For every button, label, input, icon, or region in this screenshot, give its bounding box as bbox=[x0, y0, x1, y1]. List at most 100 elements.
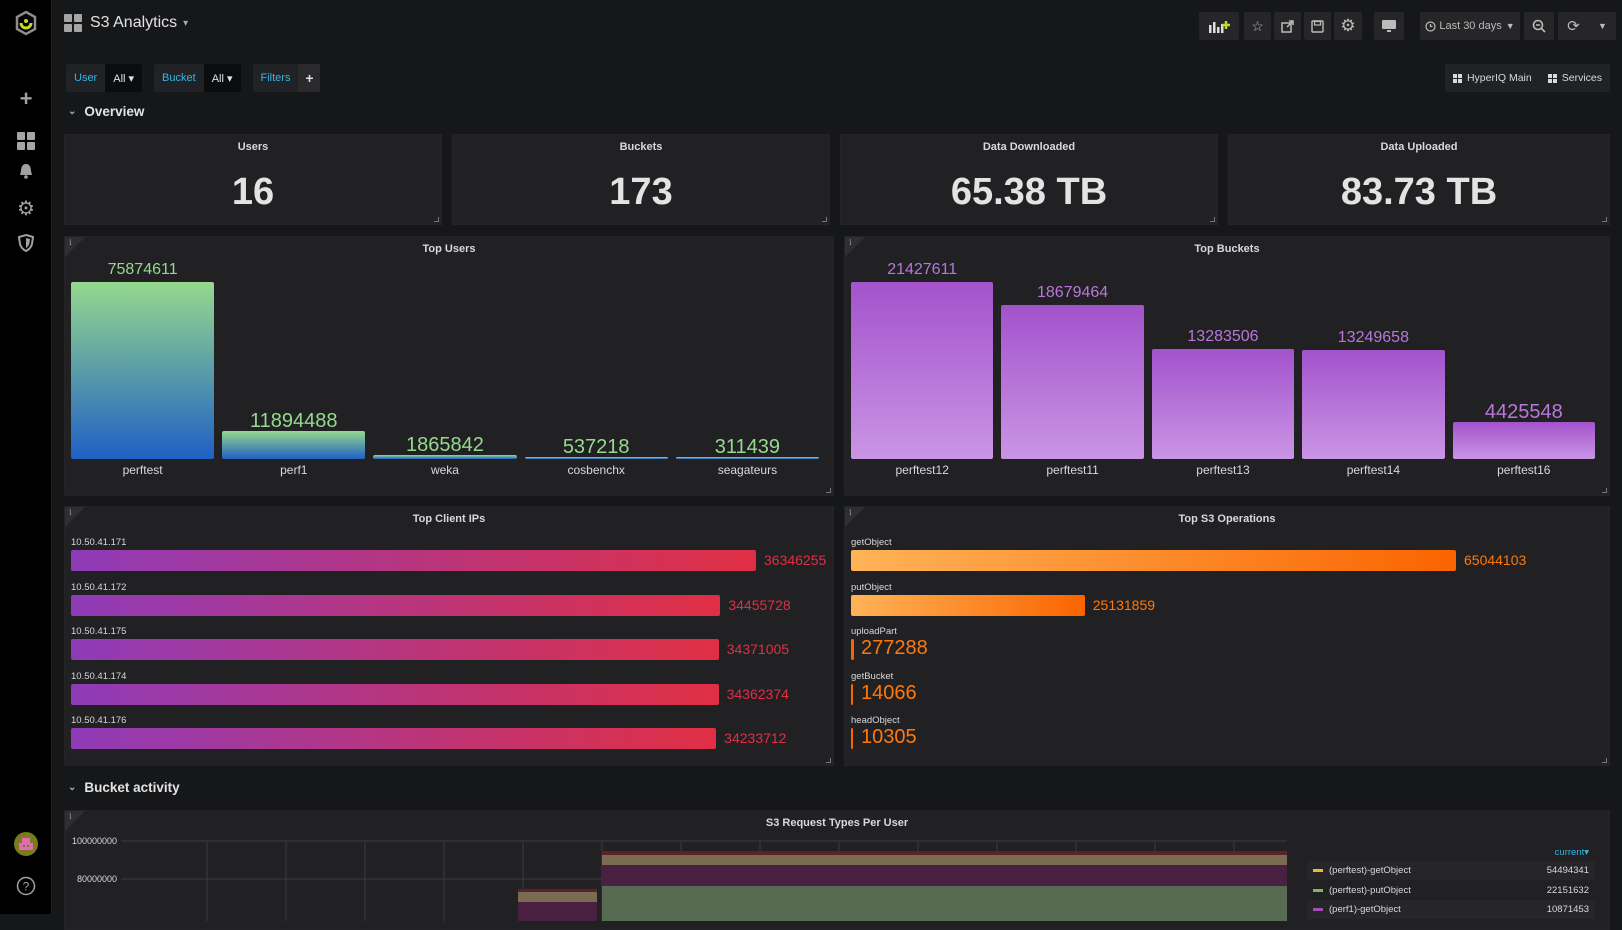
bar-value-label: 13283506 bbox=[1152, 328, 1294, 346]
server-admin-icon[interactable] bbox=[0, 233, 52, 258]
dashboard-main: S3 Analytics ▾ ☆ ⚙ Last 30 days ▼ ⟳ ▼ bbox=[52, 0, 1622, 914]
row-title: Bucket activity bbox=[84, 780, 179, 795]
bar bbox=[71, 595, 720, 616]
bar bbox=[1453, 422, 1595, 459]
time-picker-button[interactable]: Last 30 days ▼ bbox=[1420, 12, 1520, 40]
row-overview[interactable]: ⌄ Overview bbox=[68, 104, 144, 119]
area-series bbox=[602, 851, 1287, 855]
user-avatar[interactable] bbox=[0, 832, 52, 861]
bar-value-label: 34362374 bbox=[727, 686, 789, 702]
resize-handle[interactable] bbox=[1210, 217, 1215, 222]
bar-value-label: 537218 bbox=[525, 436, 668, 459]
area-chart: 10000000080000000 bbox=[65, 811, 1305, 921]
resize-handle[interactable] bbox=[1602, 758, 1607, 763]
bar-category-label: getBucket bbox=[851, 671, 893, 682]
panel-title[interactable]: Buckets bbox=[453, 141, 829, 153]
link-services[interactable]: Services bbox=[1540, 64, 1610, 92]
bar bbox=[851, 639, 854, 660]
variable-bucket[interactable]: Bucket All ▾ bbox=[154, 64, 240, 92]
add-panel-button[interactable] bbox=[1199, 12, 1239, 40]
bar bbox=[1302, 350, 1444, 459]
legend-sort-current[interactable]: current▾ bbox=[1555, 847, 1589, 858]
panel-title[interactable]: Top S3 Operations bbox=[845, 513, 1609, 525]
create-icon[interactable]: + bbox=[0, 86, 52, 112]
legend-item[interactable]: (perf1)-getObject 10871453 bbox=[1307, 900, 1595, 919]
svg-text:?: ? bbox=[23, 880, 30, 894]
resize-handle[interactable] bbox=[826, 488, 831, 493]
bar-value-label: 18679464 bbox=[1001, 284, 1143, 302]
y-tick-label: 80000000 bbox=[77, 874, 117, 884]
variable-bucket-label: Bucket bbox=[154, 64, 204, 92]
share-button[interactable] bbox=[1274, 12, 1301, 40]
bar-value-label: 311439 bbox=[676, 436, 819, 459]
resize-handle[interactable] bbox=[1602, 488, 1607, 493]
filters-label: Filters bbox=[253, 64, 299, 92]
panel-title[interactable]: Users bbox=[65, 141, 441, 153]
link-hyperiq-main[interactable]: HyperIQ Main bbox=[1445, 64, 1540, 92]
bar-value-label: 36346255 bbox=[764, 552, 826, 568]
refresh-icon[interactable]: ⟳ bbox=[1567, 17, 1580, 35]
resize-handle[interactable] bbox=[434, 217, 439, 222]
resize-handle[interactable] bbox=[822, 217, 827, 222]
bar-value-label: 75874611 bbox=[71, 261, 214, 279]
variable-user-select[interactable]: All ▾ bbox=[105, 64, 142, 92]
monitor-icon bbox=[1381, 19, 1397, 33]
bar-category-label: headObject bbox=[851, 715, 900, 726]
variable-bucket-select[interactable]: All ▾ bbox=[204, 64, 241, 92]
dashboard-icon bbox=[64, 14, 82, 32]
bar bbox=[851, 684, 853, 705]
resize-handle[interactable] bbox=[826, 758, 831, 763]
dashboard-title: S3 Analytics bbox=[90, 14, 177, 32]
configuration-icon[interactable]: ⚙ bbox=[0, 196, 52, 221]
add-filter-button[interactable]: + bbox=[298, 64, 320, 92]
gear-icon: ⚙ bbox=[1340, 16, 1355, 36]
zoom-out-button[interactable] bbox=[1524, 12, 1554, 40]
dashboard-settings-button[interactable]: ⚙ bbox=[1334, 12, 1362, 40]
panel-s3-request-types-per-user: i S3 Request Types Per User 100000000800… bbox=[64, 810, 1610, 930]
panel-top-buckets: i Top Buckets 21427611perftest1218679464… bbox=[844, 236, 1610, 496]
star-button[interactable]: ☆ bbox=[1244, 12, 1271, 40]
resize-handle[interactable] bbox=[1602, 217, 1607, 222]
legend-series-name: (perftest)-putObject bbox=[1329, 885, 1411, 896]
row-bucket-activity[interactable]: ⌄ Bucket activity bbox=[68, 780, 180, 795]
panel-title[interactable]: Data Downloaded bbox=[841, 141, 1217, 153]
legend-item[interactable]: (perftest)-putObject 22151632 bbox=[1307, 881, 1595, 900]
panel-title[interactable]: Top Client IPs bbox=[65, 513, 833, 525]
legend-current-value: 10871453 bbox=[1547, 904, 1589, 915]
bar-category-label: 10.50.41.174 bbox=[71, 671, 126, 682]
dashboard-picker[interactable]: S3 Analytics ▾ bbox=[64, 14, 188, 32]
bar-value-label: 34233712 bbox=[724, 730, 786, 746]
star-icon: ☆ bbox=[1251, 18, 1264, 35]
legend-current-value: 22151632 bbox=[1547, 885, 1589, 896]
alerting-icon[interactable] bbox=[0, 162, 52, 185]
bar-value-label: 25131859 bbox=[1093, 597, 1155, 613]
legend-item[interactable]: (perftest)-getObject54494341 bbox=[1307, 861, 1595, 880]
adhoc-filters[interactable]: Filters + bbox=[253, 64, 321, 92]
bar-category-label: cosbenchx bbox=[525, 463, 668, 477]
dashboard-icon bbox=[1548, 74, 1557, 83]
panel-title[interactable]: Top Users bbox=[65, 243, 833, 255]
tv-mode-button[interactable] bbox=[1374, 12, 1404, 40]
refresh-interval-caret-icon[interactable]: ▼ bbox=[1598, 21, 1607, 31]
legend-series-name: (perf1)-getObject bbox=[1329, 904, 1401, 915]
panel-title[interactable]: Top Buckets bbox=[845, 243, 1609, 255]
help-icon[interactable]: ? bbox=[0, 876, 52, 901]
panel-title[interactable]: Data Uploaded bbox=[1229, 141, 1609, 153]
bar bbox=[71, 684, 719, 705]
save-dashboard-button[interactable] bbox=[1304, 12, 1331, 40]
bar-category-label: 10.50.41.175 bbox=[71, 626, 126, 637]
panel-top-client-ips: i Top Client IPs 10.50.41.1713634625510.… bbox=[64, 506, 834, 766]
bar-value-label: 21427611 bbox=[851, 261, 993, 279]
area-series bbox=[602, 865, 1287, 886]
dashboards-icon[interactable] bbox=[0, 127, 52, 150]
stat-value: 83.73 TB bbox=[1229, 171, 1609, 214]
dashboard-icon bbox=[1453, 74, 1462, 83]
refresh-button[interactable]: ⟳ ▼ bbox=[1558, 12, 1616, 40]
side-menu: + ⚙ ? bbox=[0, 0, 52, 914]
clock-icon bbox=[1425, 21, 1436, 32]
logo-icon[interactable] bbox=[0, 10, 52, 41]
panel-buckets: Buckets 173 bbox=[452, 134, 830, 225]
bar bbox=[71, 728, 716, 749]
bar-value-label: 11894488 bbox=[222, 410, 365, 433]
variable-user[interactable]: User All ▾ bbox=[66, 64, 142, 92]
